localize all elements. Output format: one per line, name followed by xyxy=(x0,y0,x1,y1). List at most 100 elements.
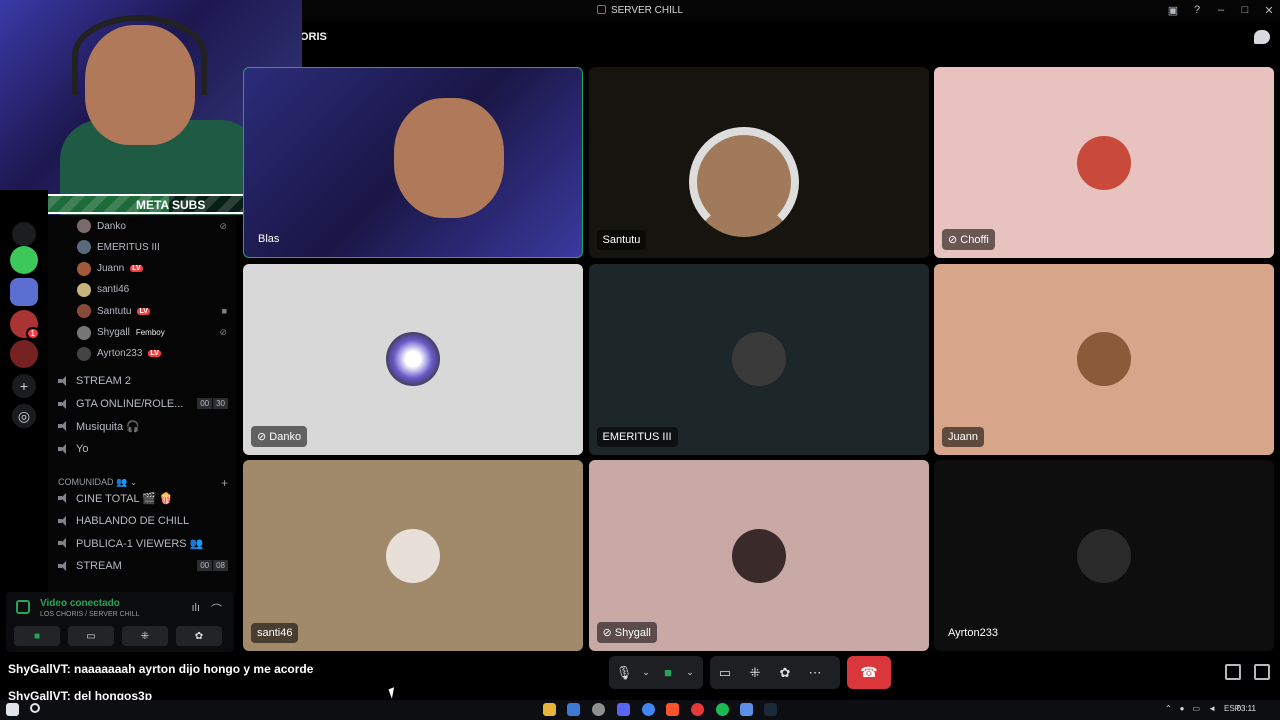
activities-button[interactable]: ⁜ xyxy=(122,626,168,646)
camera-icon[interactable]: ■ xyxy=(653,656,683,689)
window-title-text: SERVER CHILL xyxy=(610,5,684,16)
app-icon[interactable] xyxy=(567,703,580,716)
file-explorer-icon[interactable] xyxy=(543,703,556,716)
avatar xyxy=(77,219,91,233)
inbox-icon[interactable]: ▣ xyxy=(1166,3,1180,17)
chevron-down-icon[interactable]: ⌄ xyxy=(683,656,697,689)
participant-label: Juann xyxy=(942,426,984,447)
voice-channel[interactable]: HABLANDO DE CHILL xyxy=(58,511,228,531)
mic-icon[interactable]: 🎙 xyxy=(609,656,639,689)
soundboard-icon[interactable]: ✿ xyxy=(770,656,800,689)
brave-icon[interactable] xyxy=(666,703,679,716)
close-button[interactable]: ✕ xyxy=(1262,3,1276,17)
more-icon[interactable]: ⋯ xyxy=(800,656,830,689)
participant-name: Santutu xyxy=(602,234,641,246)
video-tile[interactable]: ⊘ Choffi xyxy=(934,67,1274,258)
hang-up-button[interactable]: ☎ xyxy=(847,656,891,689)
chevron-down-icon[interactable]: ⌄ xyxy=(639,656,653,689)
volume-icon[interactable]: ◄ xyxy=(1208,704,1216,713)
participant-avatar xyxy=(386,528,440,583)
voice-channel[interactable]: PUBLICA-1 VIEWERS 👥 xyxy=(58,533,228,553)
fullscreen-icon[interactable] xyxy=(1254,664,1270,680)
discover-icon[interactable]: ◎ xyxy=(12,404,36,428)
voice-member[interactable]: EMERITUS III xyxy=(77,238,227,256)
voice-channel[interactable]: CINE TOTAL 🎬 🍿 xyxy=(58,488,228,508)
video-tile[interactable]: santi46 xyxy=(243,460,583,651)
voice-channel[interactable]: GTA ONLINE/ROLE... 00 30 xyxy=(58,394,228,414)
participant-label: Ayrton233 xyxy=(942,623,1004,643)
spotify-icon[interactable] xyxy=(716,703,729,716)
video-tile[interactable]: Juann xyxy=(934,263,1274,455)
server-icon-blue[interactable] xyxy=(10,278,38,306)
voice-channel[interactable]: Yo xyxy=(58,439,228,459)
channel-name: Yo xyxy=(76,442,89,455)
chrome-icon[interactable] xyxy=(642,703,655,716)
soundboard-button[interactable]: ✿ xyxy=(176,626,222,646)
chat-icon[interactable] xyxy=(1254,30,1270,44)
voice-member[interactable]: Juann LV xyxy=(77,260,227,278)
voice-member[interactable]: Ayrton233 LV xyxy=(77,345,227,363)
speaker-icon xyxy=(58,443,70,454)
windows-start-icon[interactable] xyxy=(6,703,19,716)
participant-name: santi46 xyxy=(257,627,293,639)
server-icon-kick[interactable] xyxy=(12,222,36,246)
voice-member[interactable]: Danko ⊘ xyxy=(77,217,227,235)
tray-chevron-icon[interactable]: ⌃ xyxy=(1165,704,1172,713)
clock[interactable]: 03:11 xyxy=(1237,704,1256,713)
noise-suppression-icon[interactable]: ılı xyxy=(191,602,200,614)
count-value: 00 xyxy=(197,560,213,572)
screen-share-icon[interactable]: ▭ xyxy=(710,656,740,689)
search-icon[interactable] xyxy=(30,703,40,713)
voice-channel[interactable]: STREAM 00 08 xyxy=(58,556,228,576)
participant-label: santi46 xyxy=(251,623,299,643)
network-icon[interactable]: ▭ xyxy=(1193,704,1201,713)
unread-badge: 1 xyxy=(25,327,40,340)
help-icon[interactable]: ? xyxy=(1190,3,1204,17)
add-server-icon[interactable]: + xyxy=(12,374,36,398)
avatar xyxy=(77,282,91,297)
pop-out-icon[interactable] xyxy=(1225,664,1241,680)
discord-icon[interactable] xyxy=(617,703,630,716)
server-icon-frog[interactable] xyxy=(10,246,38,274)
video-tile[interactable]: EMERITUS III xyxy=(588,263,929,455)
category-name: COMUNIDAD 👥 ⌄ xyxy=(58,477,138,487)
video-tile[interactable]: Blas xyxy=(243,67,583,258)
video-tile[interactable]: Santutu xyxy=(588,67,929,258)
signal-icon[interactable] xyxy=(16,600,30,614)
voice-channel[interactable]: STREAM 2 xyxy=(58,371,228,391)
steam-icon[interactable] xyxy=(764,703,777,716)
live-badge: LV xyxy=(130,265,143,273)
avatar xyxy=(77,240,91,255)
mic-muted-icon: ⊘ xyxy=(219,327,227,337)
video-tile[interactable]: ⊘ Shygall xyxy=(588,460,929,651)
share-screen-button[interactable]: ▭ xyxy=(68,626,114,646)
server-icon-red[interactable]: 1 xyxy=(10,310,40,340)
video-tile[interactable]: Ayrton233 xyxy=(934,460,1274,651)
speaker-icon xyxy=(58,538,70,549)
maximize-button[interactable]: □ xyxy=(1238,3,1252,17)
app-icon[interactable] xyxy=(740,703,753,716)
voice-channel[interactable]: Musiquita 🎧 xyxy=(58,416,228,436)
video-tile[interactable]: ⊘ Danko xyxy=(243,263,583,455)
count-value: 00 xyxy=(197,398,213,410)
activities-icon[interactable]: ⁜ xyxy=(740,656,770,689)
speaker-icon xyxy=(58,376,70,386)
app-icon[interactable] xyxy=(592,703,605,716)
tray-mic-icon[interactable]: ● xyxy=(1180,704,1185,713)
participant-label: ⊘ Choffi xyxy=(942,229,995,250)
voice-member[interactable]: santi46 xyxy=(77,281,227,299)
channel-category[interactable]: COMUNIDAD 👥 ⌄ + xyxy=(58,476,228,490)
media-icon[interactable] xyxy=(691,703,704,716)
system-tray: ⌃ ● ▭ ◄ ESP xyxy=(1165,704,1240,713)
channel-name: STREAM 2 xyxy=(76,375,132,387)
server-icon-chill[interactable] xyxy=(10,340,38,368)
voice-member[interactable]: Shygall Femboy ⊘ xyxy=(77,324,227,342)
speaker-icon xyxy=(58,515,70,526)
chat-user: ShyGallVT: xyxy=(8,662,71,676)
participant-avatar xyxy=(731,332,786,386)
voice-member[interactable]: Santutu LV ■ xyxy=(77,302,227,320)
minimize-button[interactable]: – xyxy=(1214,3,1228,17)
disconnect-icon[interactable]: ⌒ xyxy=(211,601,222,617)
video-button[interactable]: ■ xyxy=(14,626,60,646)
voice-status: Video conectado xyxy=(40,598,120,609)
